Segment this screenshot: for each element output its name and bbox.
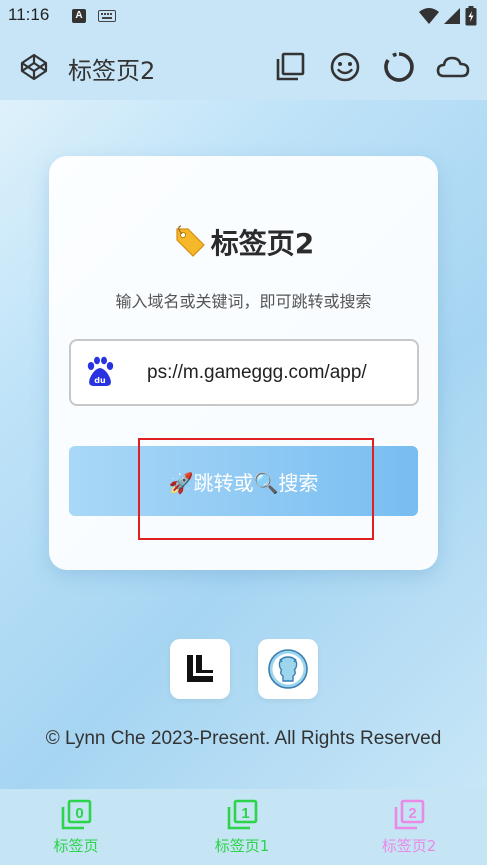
search-card: 标签页2 输入域名或关键词，即可跳转或搜索 du 🚀跳转或🔍搜索 [49,156,438,570]
signal-icon [444,8,460,24]
smiley-icon[interactable] [327,49,363,85]
baidu-paw-icon[interactable]: du [85,356,115,388]
nav-tab-0[interactable]: 0 标签页 [26,799,126,859]
loading-ring-icon[interactable] [381,49,417,85]
cloud-icon[interactable] [435,49,471,85]
github-icon [268,649,308,689]
copy-icon[interactable] [272,49,308,85]
jump-or-search-button[interactable]: 🚀跳转或🔍搜索 [69,446,418,516]
lynn-logo-button[interactable] [170,639,230,699]
app-title: 标签页2 [68,57,156,85]
jump-or-search-label: 🚀跳转或🔍搜索 [168,472,319,495]
svg-text:0: 0 [75,805,83,822]
status-bar: 11:16 A [0,0,487,34]
nav-tab-2[interactable]: 2 标签页2 [359,799,459,859]
svg-text:2: 2 [408,805,416,822]
square-2-icon: 2 [394,799,425,830]
battery-icon [465,6,477,26]
keyboard-icon [98,10,116,22]
bottom-nav: 0 标签页 1 标签页1 2 标签页2 [0,789,487,865]
url-input-box[interactable]: du [69,339,419,406]
card-subtitle: 输入域名或关键词，即可跳转或搜索 [115,292,372,311]
lynn-logo-icon [187,655,213,682]
codepen-logo-icon[interactable] [18,51,50,83]
status-indicators [419,6,477,26]
github-button[interactable] [258,639,318,699]
tag-icon [176,225,205,257]
nav-tab-1-label: 标签页1 [214,837,270,855]
status-time: 11:16 [8,5,50,24]
square-1-icon: 1 [227,799,258,830]
copyright-text: © Lynn Che 2023-Present. All Rights Rese… [45,728,442,749]
wifi-icon [419,8,439,24]
nav-tab-1[interactable]: 1 标签页1 [192,799,292,859]
nav-tab-2-label: 标签页2 [381,837,437,855]
app-bar: 标签页2 [0,34,487,100]
card-title-text: 标签页2 [210,227,315,260]
svg-text:du: du [94,376,106,385]
square-0-icon: 0 [61,799,92,830]
card-title: 标签页2 [49,222,438,262]
notification-a-icon: A [72,9,86,23]
nav-tab-0-label: 标签页 [53,837,99,855]
url-input[interactable] [147,341,409,404]
svg-text:1: 1 [241,805,249,822]
